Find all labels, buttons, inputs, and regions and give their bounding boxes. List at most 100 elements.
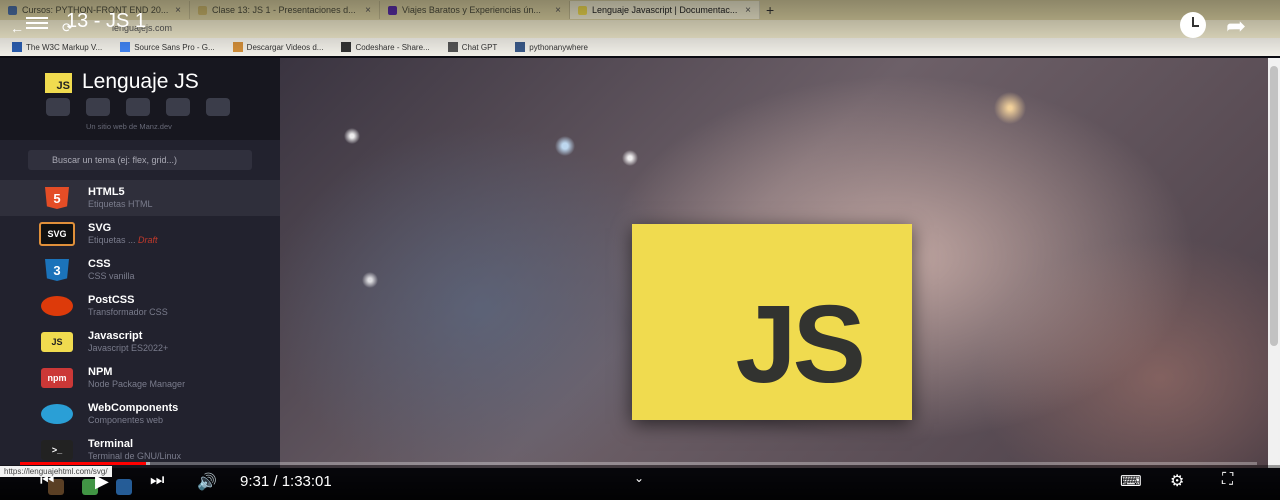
sidebar-item-label: SVG — [88, 222, 112, 234]
watch-later-icon[interactable] — [1180, 12, 1206, 38]
postcss-icon — [41, 296, 73, 316]
share-icon[interactable]: ➦ — [1226, 12, 1246, 41]
sidebar-item-label: WebComponents — [88, 402, 179, 414]
close-tab-icon[interactable]: × — [365, 5, 371, 16]
tagline: Un sitio web de Manz.dev — [86, 122, 172, 131]
html5-icon: 5 — [45, 187, 69, 209]
player-controls: ⏮ ▶ ⏭ 🔊 9:31 / 1:33:01 ⌄ ⌨ ⚙ ⛶ — [0, 465, 1280, 500]
status-url: https://lenguajehtml.com/svg/ — [0, 466, 112, 477]
search-input[interactable]: Buscar un tema (ej: flex, grid...) — [28, 150, 252, 170]
fullscreen-icon[interactable]: ⛶ — [1222, 471, 1233, 489]
close-tab-icon[interactable]: × — [555, 5, 561, 16]
tab-favicon-icon — [8, 5, 17, 15]
bookmark-label: Codeshare - Share... — [355, 42, 430, 52]
sidebar-header: JS Lenguaje JS Un sitio web de Manz.dev — [0, 58, 280, 140]
bookmark[interactable]: Codeshare - Share... — [341, 42, 430, 52]
sidebar-item-label: CSS — [88, 258, 111, 270]
subtitles-icon[interactable]: ⌨ — [1120, 472, 1142, 490]
video-title[interactable]: 13 - JS 1 — [66, 10, 146, 33]
close-tab-icon[interactable]: × — [175, 5, 181, 16]
sidebar-item-subtitle: Node Package Manager — [88, 379, 186, 389]
javascript-hero-logo: JS — [632, 224, 912, 420]
sidebar-item-label: NPM — [88, 366, 113, 378]
bookmark[interactable]: pythonanywhere — [515, 42, 588, 52]
bookmark-label: The W3C Markup V... — [26, 42, 103, 52]
bookmark-icon — [120, 42, 131, 52]
sidebar-item-npm[interactable]: npm NPM Node Package Manager — [0, 360, 280, 396]
tab-label: Lenguaje Javascript | Documentac... — [592, 5, 738, 15]
volume-icon[interactable]: 🔊 — [197, 472, 217, 492]
bookmark[interactable]: Chat GPT — [447, 42, 498, 52]
bookmark-label: Source Sans Pro - G... — [134, 42, 215, 52]
social-links — [46, 98, 230, 116]
tab-label: Clase 13: JS 1 - Presentaciones d... — [212, 5, 356, 15]
bookmark-icon — [232, 42, 243, 52]
bookmarks-bar: The W3C Markup V... Source Sans Pro - G..… — [0, 38, 1280, 56]
javascript-icon: JS — [41, 332, 73, 352]
bookmark-label: pythonanywhere — [529, 42, 589, 52]
chevron-down-icon[interactable]: ⌄ — [634, 471, 644, 485]
next-icon[interactable]: ⏭ — [150, 472, 164, 490]
webcomponents-icon — [41, 404, 73, 424]
tab-favicon-icon — [578, 5, 587, 15]
bookmark-icon — [447, 42, 458, 52]
bookmark[interactable]: The W3C Markup V... — [12, 42, 102, 52]
twitch-icon[interactable] — [86, 98, 110, 116]
npm-icon: npm — [41, 368, 73, 388]
twitter-icon[interactable] — [46, 98, 70, 116]
youtube-icon[interactable] — [166, 98, 190, 116]
draft-badge: Draft — [138, 235, 158, 245]
instagram-icon[interactable] — [126, 98, 150, 116]
time-display: 9:31 / 1:33:01 — [240, 473, 332, 490]
bookmark-label: Descargar Videos d... — [246, 42, 324, 52]
tab-label: Viajes Baratos y Experiencias ún... — [402, 5, 541, 15]
scrollbar-thumb[interactable] — [1270, 66, 1278, 346]
sidebar-item-label: HTML5 — [88, 186, 125, 198]
taskbar-icons — [48, 479, 132, 495]
bookmark-label: Chat GPT — [461, 42, 498, 52]
sidebar-item-css[interactable]: 3 CSS CSS vanilla — [0, 252, 280, 288]
site-title[interactable]: Lenguaje JS — [82, 70, 199, 94]
discord-icon[interactable] — [206, 98, 230, 116]
sidebar-item-subtitle: CSS vanilla — [88, 271, 135, 281]
bookmark[interactable]: Descargar Videos d... — [232, 42, 324, 52]
hero-logo-text: JS — [735, 283, 866, 406]
js-logo[interactable]: JS — [45, 73, 72, 93]
sidebar-item-label: Javascript — [88, 330, 143, 342]
sidebar-item-javascript[interactable]: JS Javascript Javascript ES2022+ — [0, 324, 280, 360]
tab-favicon-icon — [198, 5, 207, 15]
close-tab-icon[interactable]: × — [745, 5, 751, 16]
bookmark-icon — [341, 42, 352, 52]
menu-icon[interactable] — [26, 14, 48, 32]
sidebar-item-html5[interactable]: 5 HTML5 Etiquetas HTML — [0, 180, 280, 216]
vscode-icon[interactable] — [116, 479, 132, 495]
tab-favicon-icon — [388, 5, 397, 15]
browser-tab[interactable]: Lenguaje Javascript | Documentac... × — [570, 1, 760, 19]
address-bar[interactable]: lenguajejs.com — [0, 20, 1280, 38]
played-bar — [20, 462, 147, 465]
settings-gear-icon[interactable]: ⚙ — [1170, 471, 1184, 491]
sidebar-item-label: PostCSS — [88, 294, 135, 306]
css3-icon: 3 — [45, 259, 69, 281]
sidebar-item-postcss[interactable]: PostCSS Transformador CSS — [0, 288, 280, 324]
bookmark-icon — [515, 42, 526, 52]
back-arrow-icon[interactable]: ← — [10, 20, 24, 36]
sidebar-item-label: Terminal — [88, 438, 134, 450]
browser-tab[interactable]: Viajes Baratos y Experiencias ún... × — [380, 1, 570, 19]
sidebar-item-subtitle: Terminal de GNU/Linux — [88, 451, 182, 461]
sidebar-item-subtitle: Etiquetas ... Draft — [88, 235, 158, 245]
tab-bar: Cursos: PYTHON-FRONT END 20... × Clase 13:… — [0, 0, 1280, 20]
new-tab-icon[interactable]: + — [760, 2, 774, 18]
page-scrollbar[interactable] — [1268, 58, 1280, 468]
sidebar-item-svg[interactable]: SVG SVG Etiquetas ... Draft — [0, 216, 280, 252]
svg-icon: SVG — [39, 222, 75, 246]
progress-bar[interactable] — [20, 462, 1257, 465]
sidebar-item-webcomponents[interactable]: WebComponents Componentes web — [0, 396, 280, 432]
bookmark[interactable]: Source Sans Pro - G... — [120, 42, 215, 52]
sidebar-item-subtitle: Javascript ES2022+ — [88, 343, 169, 353]
sidebar: JS Lenguaje JS Un sitio web de Manz.dev … — [0, 58, 280, 468]
sidebar-item-subtitle: Componentes web — [88, 415, 164, 425]
browser-tab[interactable]: Clase 13: JS 1 - Presentaciones d... × — [190, 1, 380, 19]
sidebar-item-subtitle: Etiquetas HTML — [88, 199, 153, 209]
bookmark-icon — [12, 42, 22, 52]
